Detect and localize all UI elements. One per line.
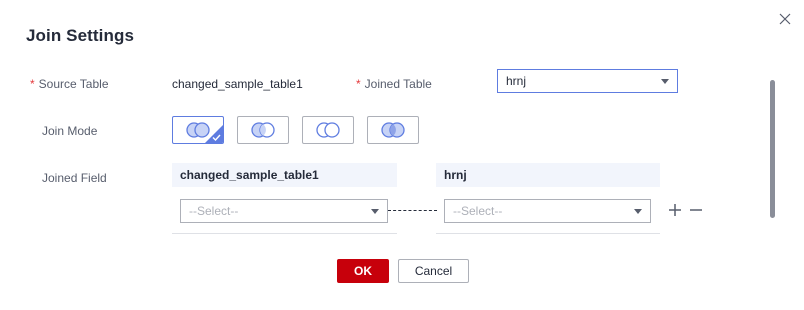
check-icon [212, 134, 221, 141]
joined-field-label: Joined Field [42, 171, 107, 185]
right-column-header: hrnj [436, 163, 660, 187]
add-icon[interactable] [668, 203, 682, 217]
remove-icon[interactable] [689, 203, 703, 217]
full-join-icon [381, 122, 405, 138]
required-mark: * [30, 77, 35, 91]
chevron-down-icon [371, 209, 379, 214]
joined-table-label: * Joined Table [356, 77, 432, 91]
cancel-button[interactable]: Cancel [398, 259, 469, 283]
joined-table-select[interactable]: hrnj [497, 69, 678, 93]
close-button[interactable] [775, 9, 795, 29]
scrollbar-thumb[interactable] [770, 80, 775, 218]
join-settings-dialog: Join Settings * Source Table changed_samp… [0, 0, 804, 310]
right-field-select[interactable]: --Select-- [444, 199, 651, 223]
row-divider [436, 233, 660, 234]
chevron-down-icon [661, 79, 669, 84]
left-field-placeholder: --Select-- [189, 204, 239, 218]
close-icon [779, 13, 791, 25]
ok-button[interactable]: OK [337, 259, 389, 283]
dialog-title: Join Settings [26, 26, 135, 45]
left-join-icon [251, 122, 275, 138]
join-mode-label: Join Mode [42, 124, 98, 138]
join-mode-left-button[interactable] [237, 116, 289, 144]
left-column-header: changed_sample_table1 [172, 163, 397, 187]
source-table-label: * Source Table [30, 77, 109, 91]
row-divider [172, 233, 397, 234]
right-join-icon [316, 122, 340, 138]
chevron-down-icon [634, 209, 642, 214]
join-link-line [388, 210, 437, 211]
join-mode-full-button[interactable] [367, 116, 419, 144]
joined-table-select-value: hrnj [506, 74, 527, 88]
left-field-select[interactable]: --Select-- [180, 199, 388, 223]
join-mode-inner-button[interactable] [172, 116, 224, 144]
right-field-placeholder: --Select-- [453, 204, 503, 218]
join-mode-right-button[interactable] [302, 116, 354, 144]
source-table-value: changed_sample_table1 [172, 77, 303, 91]
required-mark: * [356, 77, 361, 91]
